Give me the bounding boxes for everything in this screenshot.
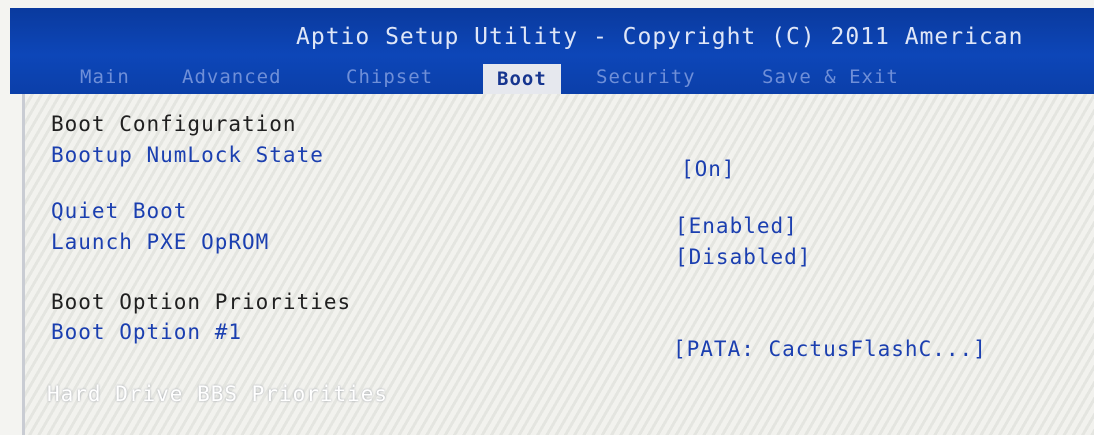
- tab-chipset[interactable]: Chipset: [346, 66, 433, 88]
- tab-save-exit[interactable]: Save & Exit: [762, 66, 899, 88]
- boot-option-priorities-heading: Boot Option Priorities: [51, 290, 352, 314]
- tab-boot[interactable]: Boot: [483, 64, 561, 94]
- window-title: Aptio Setup Utility - Copyright (C) 2011…: [296, 24, 1024, 50]
- bios-screen: Aptio Setup Utility - Copyright (C) 2011…: [0, 0, 1094, 435]
- quiet-boot-option[interactable]: Quiet Boot: [51, 199, 187, 223]
- boot-configuration-heading: Boot Configuration: [51, 112, 297, 136]
- quiet-boot-value[interactable]: [Enabled]: [675, 214, 798, 238]
- boot-settings-panel: Boot Configuration Bootup NumLock State …: [22, 94, 1094, 435]
- launch-pxe-oprom-value[interactable]: [Disabled]: [675, 245, 811, 269]
- tab-main[interactable]: Main: [80, 66, 130, 88]
- launch-pxe-oprom-option[interactable]: Launch PXE OpROM: [51, 230, 269, 254]
- tab-security[interactable]: Security: [596, 66, 696, 88]
- boot-option-1[interactable]: Boot Option #1: [51, 320, 242, 344]
- tab-advanced[interactable]: Advanced: [182, 66, 282, 88]
- boot-option-1-value[interactable]: [PATA: CactusFlashC...]: [673, 337, 987, 361]
- header-bar: Aptio Setup Utility - Copyright (C) 2011…: [10, 8, 1094, 94]
- hard-drive-bbs-priorities-submenu[interactable]: Hard Drive BBS Priorities: [47, 382, 388, 406]
- bootup-numlock-state-value[interactable]: [On]: [681, 157, 736, 181]
- bootup-numlock-state-option[interactable]: Bootup NumLock State: [51, 143, 324, 167]
